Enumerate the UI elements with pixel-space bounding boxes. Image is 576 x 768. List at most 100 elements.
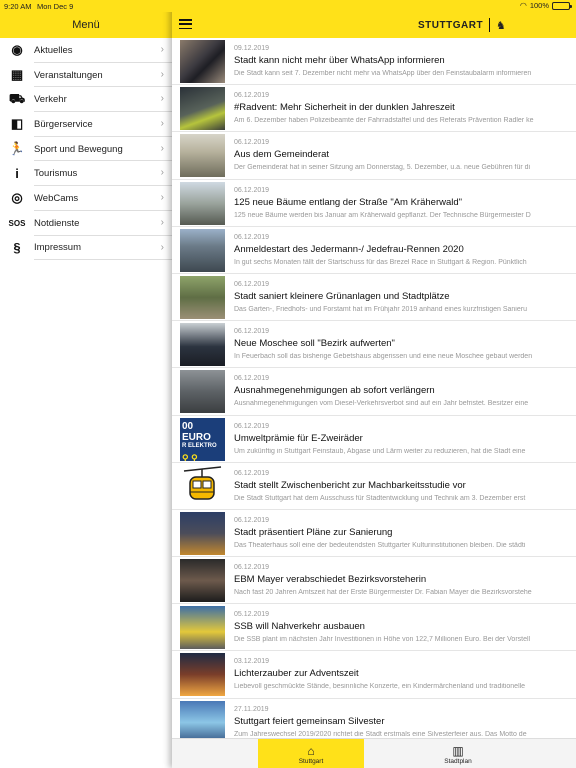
park-photo	[180, 275, 225, 319]
menu-item[interactable]: ⛟ Verkehr ›	[0, 87, 172, 113]
news-item[interactable]: 06.12.2019 Neue Moschee soll "Bezirk aufw…	[172, 321, 576, 369]
logo-text: STUTTGART	[418, 19, 484, 31]
news-date: 06.12.2019	[234, 328, 270, 336]
menu-item-label: Verkehr	[34, 94, 67, 106]
news-date: 06.12.2019	[234, 186, 270, 194]
news-description: Liebevoll geschmückte Stände, besinnlich…	[234, 683, 526, 691]
news-date: 06.12.2019	[234, 233, 270, 241]
news-title: Anmeldestart des Jedermann-/ Jedefrau-Re…	[234, 243, 464, 255]
menu-item[interactable]: ◧ Bürgerservice ›	[0, 112, 172, 137]
news-feed[interactable]: 09.12.2019 Stadt kann nicht mehr über Wha…	[172, 38, 576, 738]
menu-item[interactable]: 🏃 Sport und Bewegung ›	[0, 137, 172, 162]
news-title: Stadt kann nicht mehr über WhatsApp info…	[234, 55, 445, 66]
news-title: SSB will Nahverkehr ausbauen	[234, 621, 365, 633]
silvester-photo	[180, 700, 225, 738]
chevron-right-icon: ›	[160, 216, 164, 228]
news-item[interactable]: 05.12.2019 SSB will Nahverkehr ausbauen Di…	[172, 604, 576, 652]
webcam-icon: ◎	[11, 190, 23, 206]
news-item[interactable]: 27.11.2019 Stuttgart feiert gemeinsam Sil…	[172, 699, 576, 738]
chevron-right-icon: ›	[160, 241, 164, 253]
news-item[interactable]: 03.12.2019 Lichterzauber zur Adventszeit L…	[172, 651, 576, 699]
menu-item-label: Aktuelles	[34, 44, 73, 56]
news-description: 125 neue Bäume werden bis Januar am Kräh…	[234, 211, 531, 219]
menu-item-label: Veranstaltungen	[34, 69, 103, 81]
news-date: 06.12.2019	[234, 422, 270, 430]
tab-bar: ⌂ Stuttgart ▥ Stadtplan	[172, 738, 576, 768]
group-photo	[180, 323, 225, 367]
news-item[interactable]: 06.12.2019 Ausnahmegenehmigungen ab sofor…	[172, 368, 576, 416]
menu-item[interactable]: i Tourismus ›	[0, 161, 172, 187]
app-root: 9:20 AM Mon Dec 9 ◠ 100% Menü ◉ Aktuelles…	[0, 0, 576, 768]
news-item[interactable]: 06.12.2019 #Radvent: Mehr Sicherheit in d…	[172, 85, 576, 133]
chevron-right-icon: ›	[160, 192, 164, 204]
news-date: 06.12.2019	[234, 139, 270, 147]
chevron-right-icon: ›	[160, 68, 164, 80]
news-description: Die Stadt Stuttgart hat dem Ausschuss fü…	[234, 494, 526, 502]
news-title: #Radvent: Mehr Sicherheit in der dunklen…	[234, 102, 455, 114]
chevron-right-icon: ›	[160, 142, 164, 154]
news-item[interactable]: 06.12.2019 EBM Mayer verabschiedet Bezirk…	[172, 557, 576, 605]
tram-photo	[180, 606, 225, 650]
menu-item[interactable]: ▦ Veranstaltungen ›	[0, 63, 172, 88]
news-date: 27.11.2019	[234, 705, 269, 713]
tab-stuttgart[interactable]: ⌂ Stuttgart	[258, 739, 364, 768]
news-description: Die SSB plant im nächsten Jahr Investiti…	[234, 636, 531, 644]
market-photo	[180, 653, 225, 697]
news-date: 06.12.2019	[234, 564, 270, 572]
tab-label: Stadtplan	[444, 757, 472, 765]
traffic-icon: ⛟	[8, 90, 26, 106]
logo-divider	[489, 18, 491, 32]
news-item[interactable]: 00 EURO R ELEKTRO ⚲ ⚲ 06.12.2019 Umweltprämi…	[172, 416, 576, 463]
news-title: Umweltprämie für E-Zweiräder	[234, 432, 363, 444]
news-description: Am 6. Dezember haben Polizeibeamte der F…	[234, 117, 534, 125]
news-title: Stadt saniert kleinere Grünanlagen und S…	[234, 290, 450, 302]
news-item[interactable]: 06.12.2019 Stadt präsentiert Pläne zur Sa…	[172, 510, 576, 558]
hamburger-menu-icon[interactable]	[179, 19, 192, 29]
news-title: Stadt stellt Zwischenbericht zur Machbar…	[234, 479, 466, 491]
news-date: 05.12.2019	[234, 611, 270, 619]
chevron-right-icon: ›	[160, 44, 164, 55]
running-icon: 🏃	[8, 141, 26, 157]
council-photo	[180, 134, 225, 178]
news-description: In Feuerbach soll das bisherige Gebetsha…	[234, 353, 533, 361]
home-icon: ⌂	[307, 743, 315, 758]
thumb-text: R ELEKTRO	[182, 442, 217, 449]
news-date: 06.12.2019	[234, 375, 270, 383]
menu-item-label: Notdienste	[34, 217, 80, 229]
news-item[interactable]: 09.12.2019 Stadt kann nicht mehr über Wha…	[172, 38, 576, 86]
status-time: 9:20 AM	[4, 2, 32, 11]
menu-item[interactable]: ◉ Aktuelles ›	[0, 38, 172, 63]
tab-stadtplan[interactable]: ▥ Stadtplan	[408, 739, 508, 768]
cable-car-icon	[180, 464, 225, 508]
top-bar: STUTTGART ♞	[172, 12, 576, 38]
status-date: Mon Dec 9	[37, 2, 74, 11]
news-item[interactable]: 06.12.2019 Stadt saniert kleinere Grünanl…	[172, 274, 576, 322]
menu-item[interactable]: ◎ WebCams ›	[0, 186, 172, 211]
news-title: 125 neue Bäume entlang der Straße "Am Kr…	[234, 196, 463, 208]
menu-item[interactable]: § Impressum ›	[0, 236, 172, 261]
cyclists-photo	[180, 87, 225, 131]
info-icon: i	[15, 166, 19, 182]
status-right: ◠ 100%	[520, 1, 572, 10]
menu-header: Menü	[0, 12, 172, 38]
news-date: 09.12.2019	[234, 45, 270, 52]
news-item[interactable]: 06.12.2019 125 neue Bäume entlang der Str…	[172, 180, 576, 227]
news-date: 06.12.2019	[234, 516, 270, 524]
news-item[interactable]: 06.12.2019 Stadt stellt Zwischenbericht z…	[172, 463, 576, 510]
news-date: 03.12.2019	[234, 658, 270, 666]
news-date: 06.12.2019	[234, 280, 270, 288]
rss-icon: ◉	[11, 42, 23, 58]
news-item[interactable]: 06.12.2019 Anmeldestart des Jedermann-/ J…	[172, 227, 576, 274]
race-photo	[180, 228, 225, 272]
thumb-text: 00 EURO	[182, 420, 211, 443]
tab-label: Stuttgart	[298, 757, 324, 765]
news-item[interactable]: 06.12.2019 Aus dem Gemeinderat Der Gemeind…	[172, 132, 576, 180]
menu-title: Menü	[72, 19, 100, 31]
news-title: Stadt präsentiert Pläne zur Sanierung	[234, 526, 393, 538]
euro-banner: 00 EURO R ELEKTRO ⚲ ⚲	[180, 417, 225, 461]
news-title: Aus dem Gemeinderat	[234, 149, 330, 161]
news-date: 06.12.2019	[234, 469, 270, 477]
battery-icon	[552, 1, 572, 10]
news-title: Lichterzauber zur Adventszeit	[234, 668, 359, 680]
menu-item[interactable]: SOS Notdienste ›	[0, 211, 172, 236]
